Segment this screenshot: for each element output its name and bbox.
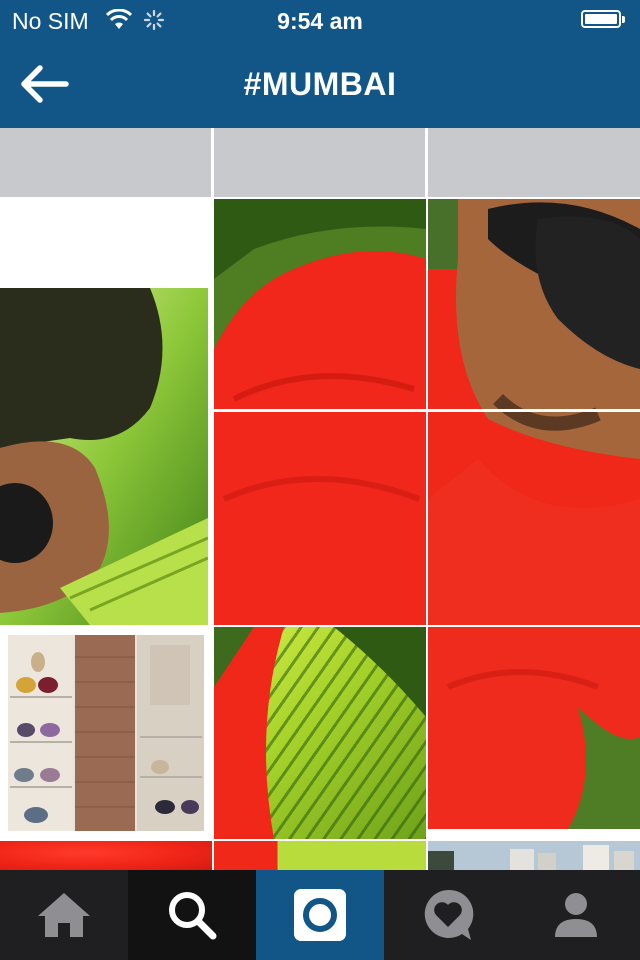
search-icon xyxy=(169,892,217,940)
grid-photo[interactable] xyxy=(0,627,212,839)
grid-placeholder[interactable] xyxy=(428,128,640,197)
photo-handbag-shop xyxy=(8,635,204,831)
activity-heart-icon xyxy=(424,889,474,940)
photo-city-skyline xyxy=(428,841,640,870)
tab-home[interactable] xyxy=(0,870,128,960)
battery-icon xyxy=(581,10,625,28)
tab-bar xyxy=(0,870,640,960)
photo-palm-leaf xyxy=(214,627,426,839)
grid-photo[interactable] xyxy=(428,841,640,870)
profile-icon xyxy=(555,893,597,937)
camera-icon xyxy=(294,889,346,941)
page-title: #MUMBAI xyxy=(243,66,397,102)
grid-photo[interactable] xyxy=(428,199,640,625)
tab-profile[interactable] xyxy=(512,870,640,960)
photo-man-sunglasses xyxy=(428,199,640,625)
photo-man-red-shirt xyxy=(214,199,426,625)
status-time: 9:54 am xyxy=(277,8,363,34)
photo-red-shirt-grass xyxy=(428,627,640,829)
grid-photo[interactable] xyxy=(428,627,640,829)
status-bar: No SIM 9:54 am xyxy=(0,0,640,40)
grid-photo[interactable] xyxy=(0,288,208,625)
tab-explore[interactable] xyxy=(128,870,256,960)
grid-photo[interactable] xyxy=(214,627,426,839)
photo-man-foliage xyxy=(0,288,208,625)
grid-placeholder[interactable] xyxy=(214,128,425,197)
home-icon xyxy=(38,893,90,937)
grid-photo[interactable] xyxy=(0,841,212,870)
grid-photo[interactable] xyxy=(214,841,426,870)
photo-grid xyxy=(0,128,640,870)
grid-placeholder[interactable] xyxy=(0,128,211,197)
tab-activity[interactable] xyxy=(384,870,512,960)
tab-camera[interactable] xyxy=(256,870,384,960)
nav-bar: #MUMBAI xyxy=(0,40,640,128)
grid-photo[interactable] xyxy=(214,199,426,625)
